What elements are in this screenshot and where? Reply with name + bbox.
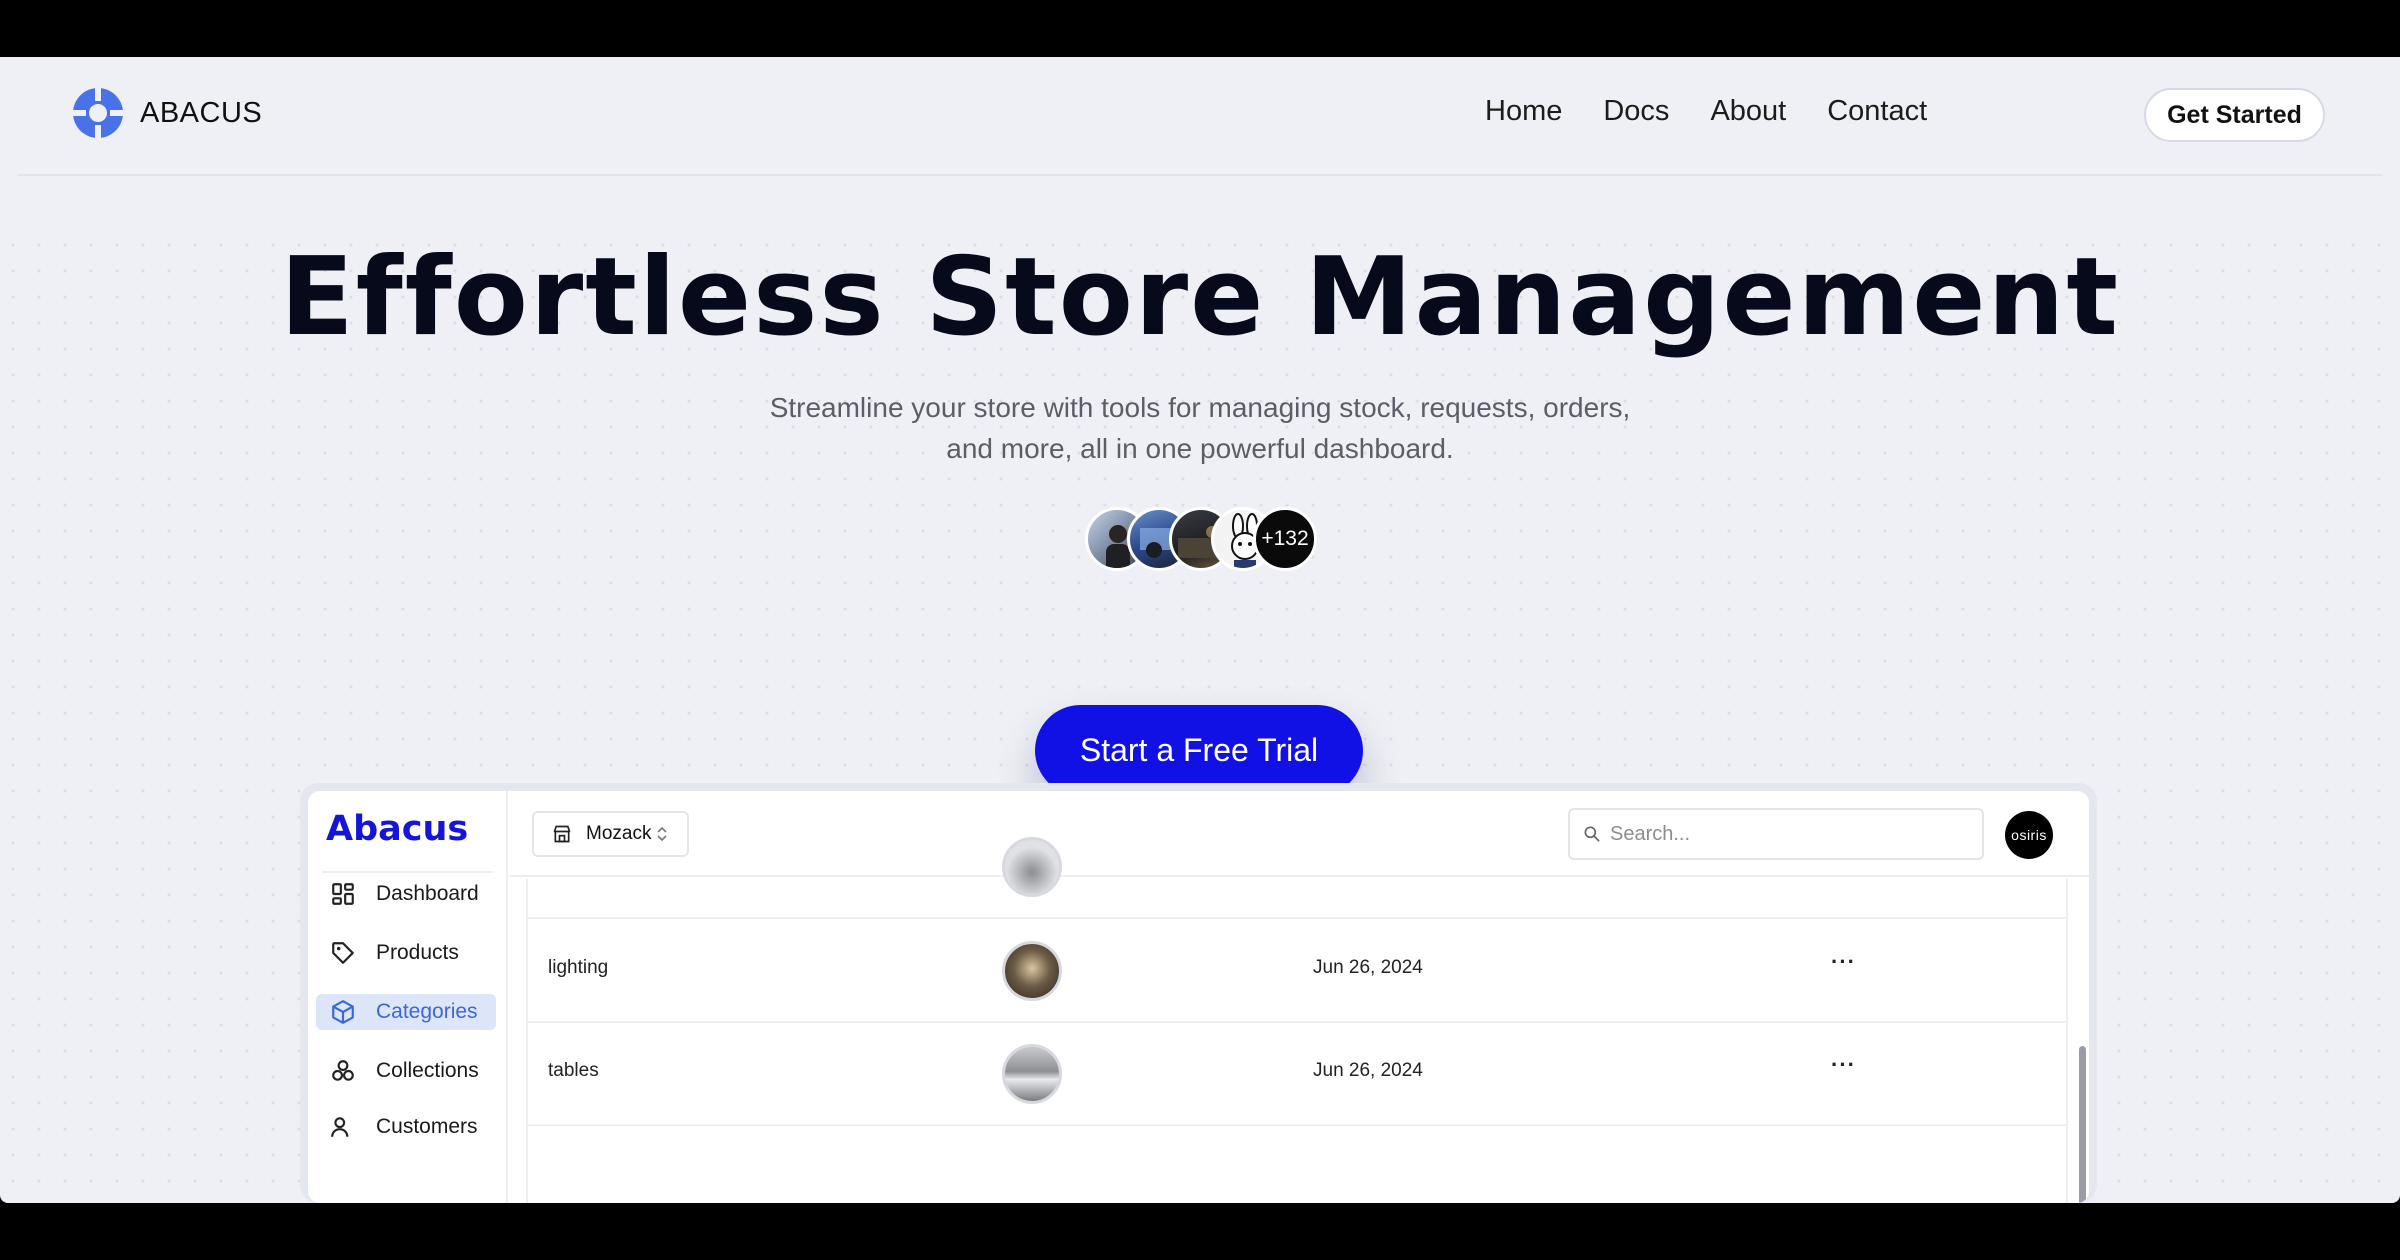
sidebar-item-products[interactable]: Products <box>316 935 496 971</box>
top-navigation: ABACUS Home Docs About Contact Get Start… <box>0 57 2400 176</box>
categories-table: lighting Jun 26, 2024 ··· tables Jun 26,… <box>526 837 2068 1203</box>
scrollbar-thumb[interactable] <box>2079 1046 2086 1203</box>
sidebar-item-collections[interactable]: Collections <box>316 1053 496 1089</box>
category-thumbnail <box>1002 1044 1062 1104</box>
hero-subtitle-line2: and more, all in one powerful dashboard. <box>946 433 1454 464</box>
sidebar-item-label: Customers <box>376 1115 478 1138</box>
category-name: lighting <box>548 957 609 978</box>
scrollbar[interactable] <box>2076 879 2088 1203</box>
nav-links: Home Docs About Contact <box>1485 95 1968 128</box>
sidebar-item-dashboard[interactable]: Dashboard <box>316 876 496 912</box>
user-avatars: +132 <box>1085 507 1317 571</box>
nav-link-contact[interactable]: Contact <box>1827 95 1927 128</box>
sidebar-item-label: Categories <box>376 1000 478 1023</box>
nav-link-about[interactable]: About <box>1710 95 1786 128</box>
grid-icon <box>332 883 354 905</box>
nav-link-home[interactable]: Home <box>1485 95 1562 128</box>
category-name: tables <box>548 1060 599 1081</box>
hero-subtitle: Streamline your store with tools for man… <box>700 387 1700 469</box>
table-row[interactable]: lighting Jun 26, 2024 ··· <box>528 921 2066 1023</box>
sidebar-item-categories[interactable]: Categories <box>316 994 496 1030</box>
more-users-count: +132 <box>1253 507 1317 571</box>
category-date: Jun 26, 2024 <box>1313 957 1423 978</box>
more-actions-button[interactable]: ··· <box>1831 1052 1856 1078</box>
sidebar-item-label: Collections <box>376 1059 479 1082</box>
sidebar-item-label: Dashboard <box>376 882 479 905</box>
sidebar-item-label: Products <box>376 941 459 964</box>
table-row[interactable]: tables Jun 26, 2024 ··· <box>528 1024 2066 1126</box>
category-thumbnail <box>1002 941 1062 1001</box>
sidebar-item-customers[interactable]: Customers <box>316 1109 496 1145</box>
get-started-button[interactable]: Get Started <box>2144 88 2325 142</box>
tag-icon <box>332 942 354 964</box>
box-icon <box>332 1000 354 1024</box>
more-actions-button[interactable]: ··· <box>1831 949 1856 975</box>
nav-divider <box>18 174 2382 176</box>
dashboard-preview: Abacus Dashboard Products Categories Col… <box>308 791 2089 1203</box>
hero-title: Effortless Store Management <box>280 235 2120 360</box>
category-thumbnail <box>1002 837 1062 897</box>
nav-link-docs[interactable]: Docs <box>1603 95 1669 128</box>
table-row <box>528 817 2066 919</box>
collections-icon <box>332 1060 354 1081</box>
category-date: Jun 26, 2024 <box>1313 1060 1423 1081</box>
hero-subtitle-line1: Streamline your store with tools for man… <box>769 392 1631 423</box>
abacus-logo-icon <box>72 87 124 139</box>
sidebar-divider <box>322 871 492 873</box>
dashboard-brand: Abacus <box>326 809 469 849</box>
dashboard-sidebar: Abacus Dashboard Products Categories Col… <box>308 791 508 1203</box>
users-icon <box>331 1117 349 1137</box>
logo[interactable]: ABACUS <box>72 87 262 139</box>
brand-name: ABACUS <box>140 96 263 129</box>
